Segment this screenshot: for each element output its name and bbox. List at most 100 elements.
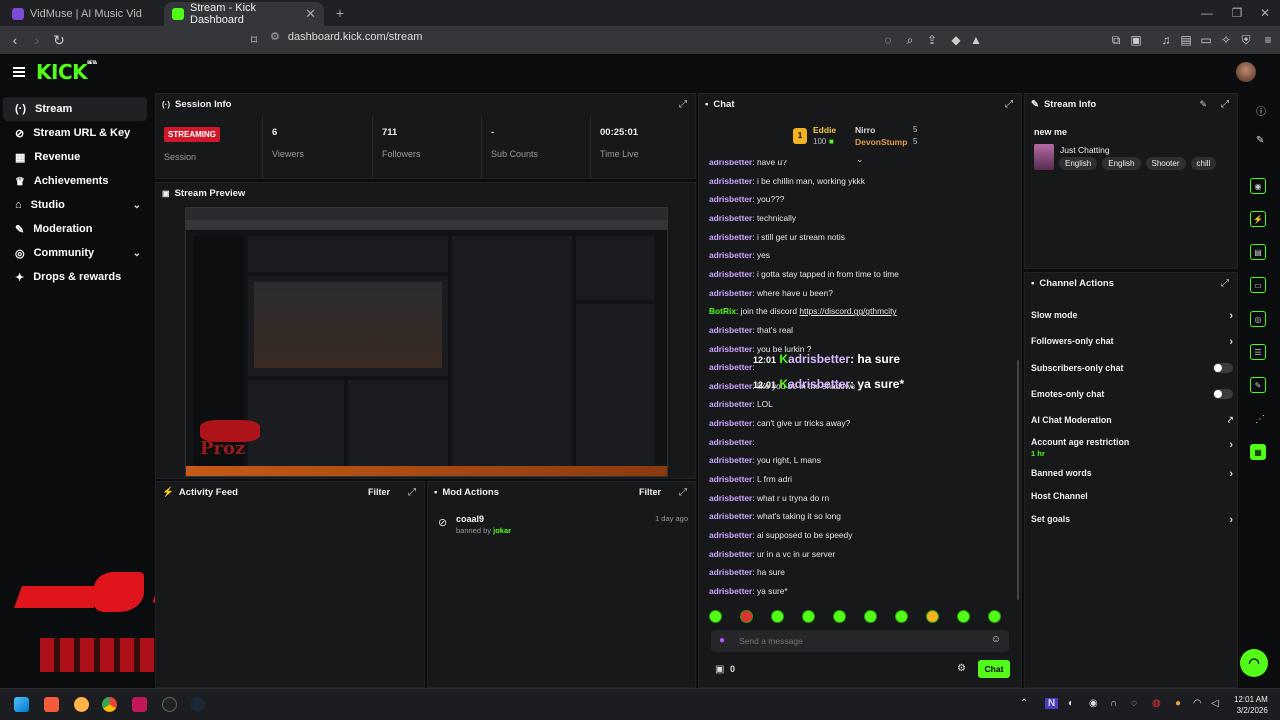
- chat-send-button[interactable]: Chat: [978, 660, 1010, 678]
- kick-logo[interactable]: KICKBETA: [36, 60, 97, 84]
- expand-icon[interactable]: ⤢: [679, 487, 687, 498]
- chat-scrollbar[interactable]: [1017, 360, 1019, 600]
- emotes-only-toggle[interactable]: [1213, 389, 1233, 399]
- expand-icon[interactable]: ⤢: [679, 99, 687, 110]
- chat-username[interactable]: adrisbetter: [709, 269, 752, 279]
- tray-chevron-icon[interactable]: ⌃: [1020, 698, 1028, 709]
- tray-app-icon[interactable]: N: [1045, 698, 1059, 709]
- emote-icon[interactable]: [833, 610, 846, 623]
- sidebar-item-achievements[interactable]: ♛ Achievements: [3, 169, 147, 193]
- message-input[interactable]: [739, 633, 979, 649]
- voicemod-icon[interactable]: [132, 697, 147, 712]
- chat-link[interactable]: https://discord.gg/gthmcity: [799, 306, 896, 316]
- emote-icon[interactable]: [988, 610, 1001, 623]
- chat-username[interactable]: adrisbetter: [709, 511, 752, 521]
- tray-headset-icon[interactable]: ∩: [1110, 698, 1117, 709]
- mod-action-item[interactable]: ⊘ coaal9 1 day ago banned by jokar: [438, 514, 688, 538]
- extensions-icon[interactable]: ⧉: [1108, 32, 1124, 48]
- tray-icon[interactable]: ◌: [1131, 698, 1137, 709]
- chat-username[interactable]: adrisbetter: [709, 567, 752, 577]
- rewards-icon[interactable]: ▲: [968, 32, 984, 48]
- avatar[interactable]: [1236, 62, 1256, 82]
- music-icon[interactable]: ♫: [1158, 32, 1174, 48]
- close-window-icon[interactable]: ✕: [1248, 0, 1280, 26]
- clock[interactable]: 12:01 AM 3/2/2026: [1234, 694, 1268, 716]
- tag[interactable]: English: [1059, 157, 1098, 170]
- mic-icon[interactable]: ●: [719, 635, 725, 646]
- volume-icon[interactable]: ◁: [1211, 698, 1219, 709]
- wifi-icon[interactable]: ◠: [1193, 698, 1202, 709]
- chat-username[interactable]: adrisbetter: [709, 586, 752, 596]
- tray-steam-icon[interactable]: ◉: [1089, 698, 1098, 709]
- share-icon[interactable]: ⇪: [924, 32, 940, 48]
- chat-username[interactable]: adrisbetter: [709, 325, 752, 335]
- leo-ai-icon[interactable]: ✧: [1218, 32, 1234, 48]
- forward-icon[interactable]: ›: [26, 29, 48, 51]
- stream-preview-video[interactable]: Proz: [185, 207, 668, 477]
- category-thumbnail[interactable]: [1034, 144, 1054, 170]
- tool-wrench-icon[interactable]: ✎: [1250, 377, 1266, 393]
- tag[interactable]: Shooter: [1145, 157, 1186, 170]
- emote-icon[interactable]: [740, 610, 753, 623]
- filter-button[interactable]: Filter: [639, 487, 661, 497]
- chat-username[interactable]: adrisbetter: [709, 176, 752, 186]
- expand-icon[interactable]: ⤢: [1005, 99, 1013, 110]
- sidebar-item-revenue[interactable]: ▦ Revenue: [3, 145, 147, 169]
- eye-off-icon[interactable]: ◌: [880, 32, 896, 48]
- action-ai-moderation[interactable]: AI Chat Moderation ⤤: [1031, 415, 1233, 425]
- emote-icon[interactable]: [926, 610, 939, 623]
- chat-username[interactable]: adrisbetter: [709, 344, 752, 354]
- menu-icon[interactable]: ≡: [1260, 32, 1276, 48]
- tool-bolt-icon[interactable]: ⚡: [1250, 211, 1266, 227]
- emote-icon[interactable]: [771, 610, 784, 623]
- tool-share-icon[interactable]: ⋰: [1255, 414, 1265, 425]
- chat-username[interactable]: adrisbetter: [709, 455, 752, 465]
- browser-tab-vidmuse[interactable]: VidMuse | AI Music Video Agent for: [4, 2, 164, 26]
- tool-broadcast-icon[interactable]: ◎: [1250, 311, 1266, 327]
- chat-leaderboard[interactable]: 1 Eddie 100 ■ Nirro 5 DevonStump 5: [793, 122, 933, 156]
- tool-camera-icon[interactable]: ◉: [1250, 178, 1266, 194]
- sidebar-item-moderation[interactable]: ✎ Moderation: [3, 217, 147, 241]
- site-info-icon[interactable]: ⚙: [270, 30, 280, 43]
- chat-username[interactable]: adrisbetter: [709, 493, 752, 503]
- emote-icon[interactable]: [802, 610, 815, 623]
- filter-button[interactable]: Filter: [368, 487, 390, 497]
- chat-username[interactable]: adrisbetter: [709, 160, 752, 167]
- chat-username[interactable]: adrisbetter: [709, 381, 752, 391]
- close-tab-icon[interactable]: ✕: [305, 6, 316, 22]
- chat-settings-icon[interactable]: ⚙: [957, 663, 966, 674]
- chat-username[interactable]: adrisbetter: [709, 437, 752, 447]
- tag[interactable]: chill: [1190, 157, 1217, 170]
- minimize-icon[interactable]: —: [1190, 0, 1224, 26]
- edit-icon[interactable]: ✎: [1199, 99, 1207, 110]
- new-tab-icon[interactable]: +: [328, 2, 352, 24]
- mod-action-moderator[interactable]: jokar: [493, 526, 511, 535]
- sidebar-toggle-icon[interactable]: ▣: [1128, 32, 1144, 48]
- chrome-icon[interactable]: [102, 697, 117, 712]
- bookmark-icon[interactable]: ⌑: [246, 32, 262, 48]
- tag[interactable]: English: [1102, 157, 1141, 170]
- chat-username[interactable]: adrisbetter: [709, 250, 752, 260]
- chat-username[interactable]: adrisbetter: [709, 213, 752, 223]
- browser-tab-kick[interactable]: Stream - Kick Dashboard ✕: [164, 2, 324, 26]
- action-slow-mode[interactable]: Slow mode ›: [1031, 310, 1233, 322]
- url-field[interactable]: ⚙ dashboard.kick.com/stream: [270, 30, 422, 44]
- chat-username[interactable]: adrisbetter: [709, 288, 752, 298]
- emoji-icon[interactable]: ☺: [991, 634, 1001, 645]
- steam-icon[interactable]: [190, 697, 205, 712]
- action-set-goals[interactable]: Set goals ›: [1031, 514, 1233, 526]
- zoom-icon[interactable]: ⌕: [902, 32, 918, 48]
- subscribers-only-toggle[interactable]: [1213, 363, 1233, 373]
- sidebar-item-stream[interactable]: (·) Stream: [3, 97, 147, 121]
- start-icon[interactable]: [14, 697, 29, 712]
- message-input-box[interactable]: ● ☺: [711, 630, 1009, 652]
- tray-icon[interactable]: ◐: [1068, 698, 1074, 709]
- expand-icon[interactable]: ⤢: [1221, 278, 1229, 289]
- emote-icon[interactable]: [709, 610, 722, 623]
- pencil-icon[interactable]: ✎: [1256, 135, 1264, 146]
- expand-icon[interactable]: ⤢: [1221, 99, 1229, 110]
- tool-document-icon[interactable]: ▤: [1250, 244, 1266, 260]
- reload-icon[interactable]: ↻: [48, 29, 70, 51]
- help-button[interactable]: ◠: [1240, 649, 1268, 677]
- brave-shield-icon[interactable]: ◆: [948, 32, 964, 48]
